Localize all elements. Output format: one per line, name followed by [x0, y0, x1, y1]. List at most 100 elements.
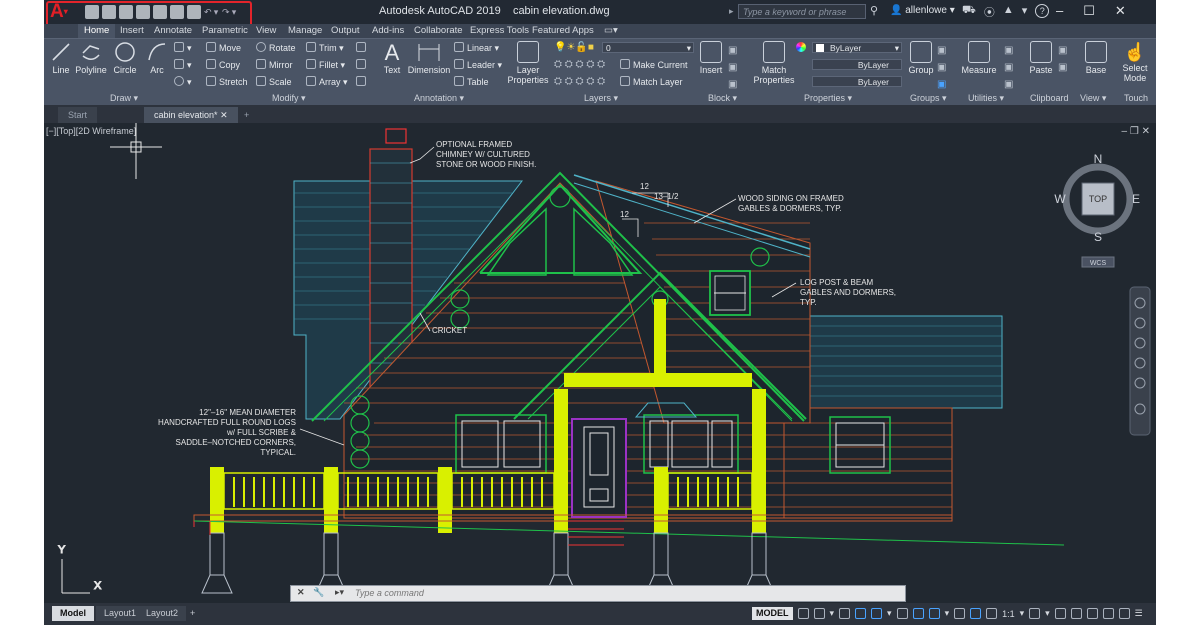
- isolate-objects-icon[interactable]: [1086, 608, 1098, 619]
- search-expand-icon[interactable]: ▸: [729, 6, 734, 17]
- offset-button[interactable]: [356, 76, 369, 87]
- panel-modify-title[interactable]: Modify ▾: [272, 93, 306, 104]
- a360-icon[interactable]: ⦿: [984, 4, 995, 20]
- hardware-acceleration-icon[interactable]: [1102, 608, 1114, 619]
- clean-screen-icon[interactable]: [1118, 608, 1130, 619]
- layout-tab-model[interactable]: Model: [52, 606, 94, 621]
- ribbon-minimize-icon[interactable]: ▭▾: [604, 24, 618, 38]
- viewcube-west[interactable]: W: [1054, 192, 1066, 206]
- measure-button[interactable]: Measure: [960, 41, 998, 75]
- layout-tab-layout1[interactable]: Layout1: [96, 606, 145, 621]
- panel-layers-title[interactable]: Layers ▾: [584, 93, 618, 104]
- scale-value[interactable]: 1:1: [1002, 609, 1015, 619]
- object-snap-tracking-icon[interactable]: [912, 608, 924, 619]
- autodesk-app-icon[interactable]: ▲: [1003, 4, 1014, 20]
- mirror-button[interactable]: Mirror: [256, 59, 293, 70]
- panel-clipboard-title[interactable]: Clipboard: [1030, 93, 1069, 103]
- osnap-dropdown-icon[interactable]: ▾: [945, 608, 950, 619]
- maximize-icon[interactable]: ☐: [1083, 3, 1095, 19]
- circle-button[interactable]: Circle: [112, 41, 138, 75]
- tab-home[interactable]: Home: [78, 24, 116, 38]
- line-button[interactable]: Line: [50, 41, 72, 75]
- select-mode-button[interactable]: ☝ Select Mode: [1118, 41, 1152, 83]
- color-dropdown[interactable]: ByLayer ▾: [812, 42, 902, 53]
- model-space-toggle[interactable]: MODEL: [752, 607, 793, 620]
- tab-collaborate[interactable]: Collaborate: [414, 24, 463, 38]
- base-view-button[interactable]: Base: [1082, 41, 1110, 75]
- workspace-dropdown-icon[interactable]: ▾: [1045, 608, 1050, 619]
- erase-button[interactable]: [356, 42, 369, 53]
- text-button[interactable]: A Text: [380, 41, 404, 76]
- panel-properties-title[interactable]: Properties ▾: [804, 93, 852, 104]
- units-icon[interactable]: [1070, 608, 1082, 619]
- doc-tab-start[interactable]: Start: [58, 107, 98, 123]
- drawing-canvas[interactable]: [−][Top][2D Wireframe] – ❐ ✕ OPTIONAL FR…: [44, 123, 1156, 603]
- paste-button[interactable]: Paste: [1026, 41, 1056, 75]
- snap-dropdown-icon[interactable]: ▾: [830, 608, 835, 619]
- hatch-button[interactable]: ▾: [174, 59, 192, 71]
- panel-utilities-title[interactable]: Utilities ▾: [968, 93, 1004, 104]
- cart-icon[interactable]: ⛟: [962, 4, 976, 20]
- dimension-button[interactable]: Dimension: [406, 41, 452, 75]
- navigation-bar[interactable]: [1129, 286, 1151, 436]
- match-properties-button[interactable]: Match Properties: [752, 41, 796, 85]
- viewcube-north[interactable]: N: [1094, 152, 1103, 166]
- polyline-button[interactable]: Polyline: [74, 41, 108, 75]
- viewcube[interactable]: TOP N S E W WCS: [1054, 152, 1140, 268]
- tab-express-tools[interactable]: Express Tools: [470, 24, 529, 38]
- isodraft-icon[interactable]: [896, 608, 908, 619]
- command-recent-icon[interactable]: ▸▾: [335, 587, 344, 598]
- lineweight-dropdown[interactable]: ByLayer: [812, 76, 902, 87]
- doc-tab-cabin-elevation[interactable]: cabin elevation* ✕: [144, 107, 238, 123]
- user-account[interactable]: 👤 allenlowe ▾: [890, 5, 955, 16]
- panel-groups-title[interactable]: Groups ▾: [910, 93, 947, 104]
- search-input[interactable]: Type a keyword or phrase: [738, 4, 866, 19]
- copy-button[interactable]: Copy: [206, 59, 240, 70]
- snap-icon[interactable]: [813, 608, 825, 619]
- binoculars-icon[interactable]: ⚲: [870, 5, 882, 17]
- tab-featured-apps[interactable]: Featured Apps: [532, 24, 594, 38]
- group-button[interactable]: Group: [906, 41, 936, 75]
- scale-dropdown-icon[interactable]: ▾: [1020, 608, 1025, 619]
- panel-view-title[interactable]: View ▾: [1080, 93, 1106, 104]
- ellipse-button[interactable]: ▾: [174, 76, 192, 88]
- wcs-menu[interactable]: WCS: [1090, 260, 1107, 267]
- ortho-icon[interactable]: [855, 608, 867, 619]
- close-icon[interactable]: ✕: [1115, 3, 1126, 19]
- workspace-gear-icon[interactable]: [1029, 608, 1041, 619]
- trim-button[interactable]: Trim ▾: [306, 42, 344, 54]
- tab-view[interactable]: View: [256, 24, 276, 38]
- help-icon[interactable]: ?: [1035, 4, 1050, 18]
- layer-properties-button[interactable]: Layer Properties: [506, 41, 550, 85]
- tab-insert[interactable]: Insert: [120, 24, 144, 38]
- tab-output[interactable]: Output: [331, 24, 360, 38]
- viewcube-top-label[interactable]: TOP: [1089, 194, 1107, 204]
- stretch-button[interactable]: Stretch: [206, 76, 248, 87]
- linear-button[interactable]: Linear ▾: [454, 42, 499, 54]
- minimize-icon[interactable]: –: [1056, 3, 1063, 19]
- tab-add-ins[interactable]: Add-ins: [372, 24, 404, 38]
- panel-draw-title[interactable]: Draw ▾: [110, 93, 138, 104]
- command-input[interactable]: Type a command: [355, 588, 424, 598]
- panel-touch-title[interactable]: Touch: [1124, 93, 1148, 103]
- fillet-button[interactable]: Fillet ▾: [306, 59, 345, 71]
- exchange-icon[interactable]: ▾: [1022, 4, 1028, 20]
- polar-dropdown-icon[interactable]: ▾: [887, 608, 892, 619]
- leader-button[interactable]: Leader ▾: [454, 59, 502, 71]
- polar-icon[interactable]: [871, 608, 883, 619]
- add-layout-button[interactable]: +: [182, 606, 203, 621]
- array-button[interactable]: Array ▾: [306, 76, 348, 88]
- linetype-dropdown[interactable]: ByLayer: [812, 59, 902, 70]
- object-snap-icon[interactable]: [928, 608, 940, 619]
- insert-block-button[interactable]: Insert: [698, 41, 724, 75]
- layer-dropdown[interactable]: 0 ▾: [602, 42, 694, 53]
- rotate-button[interactable]: Rotate: [256, 42, 296, 53]
- make-current-button[interactable]: Make Current: [620, 59, 688, 70]
- annotation-visibility-icon[interactable]: [986, 608, 998, 619]
- tab-parametric[interactable]: Parametric: [202, 24, 248, 38]
- customization-menu-icon[interactable]: ☰: [1135, 608, 1143, 619]
- scale-button[interactable]: Scale: [256, 76, 292, 87]
- annotation-scale-icon[interactable]: [970, 608, 982, 619]
- command-customize-icon[interactable]: 🔧: [313, 587, 324, 598]
- new-tab-button[interactable]: +: [234, 107, 259, 123]
